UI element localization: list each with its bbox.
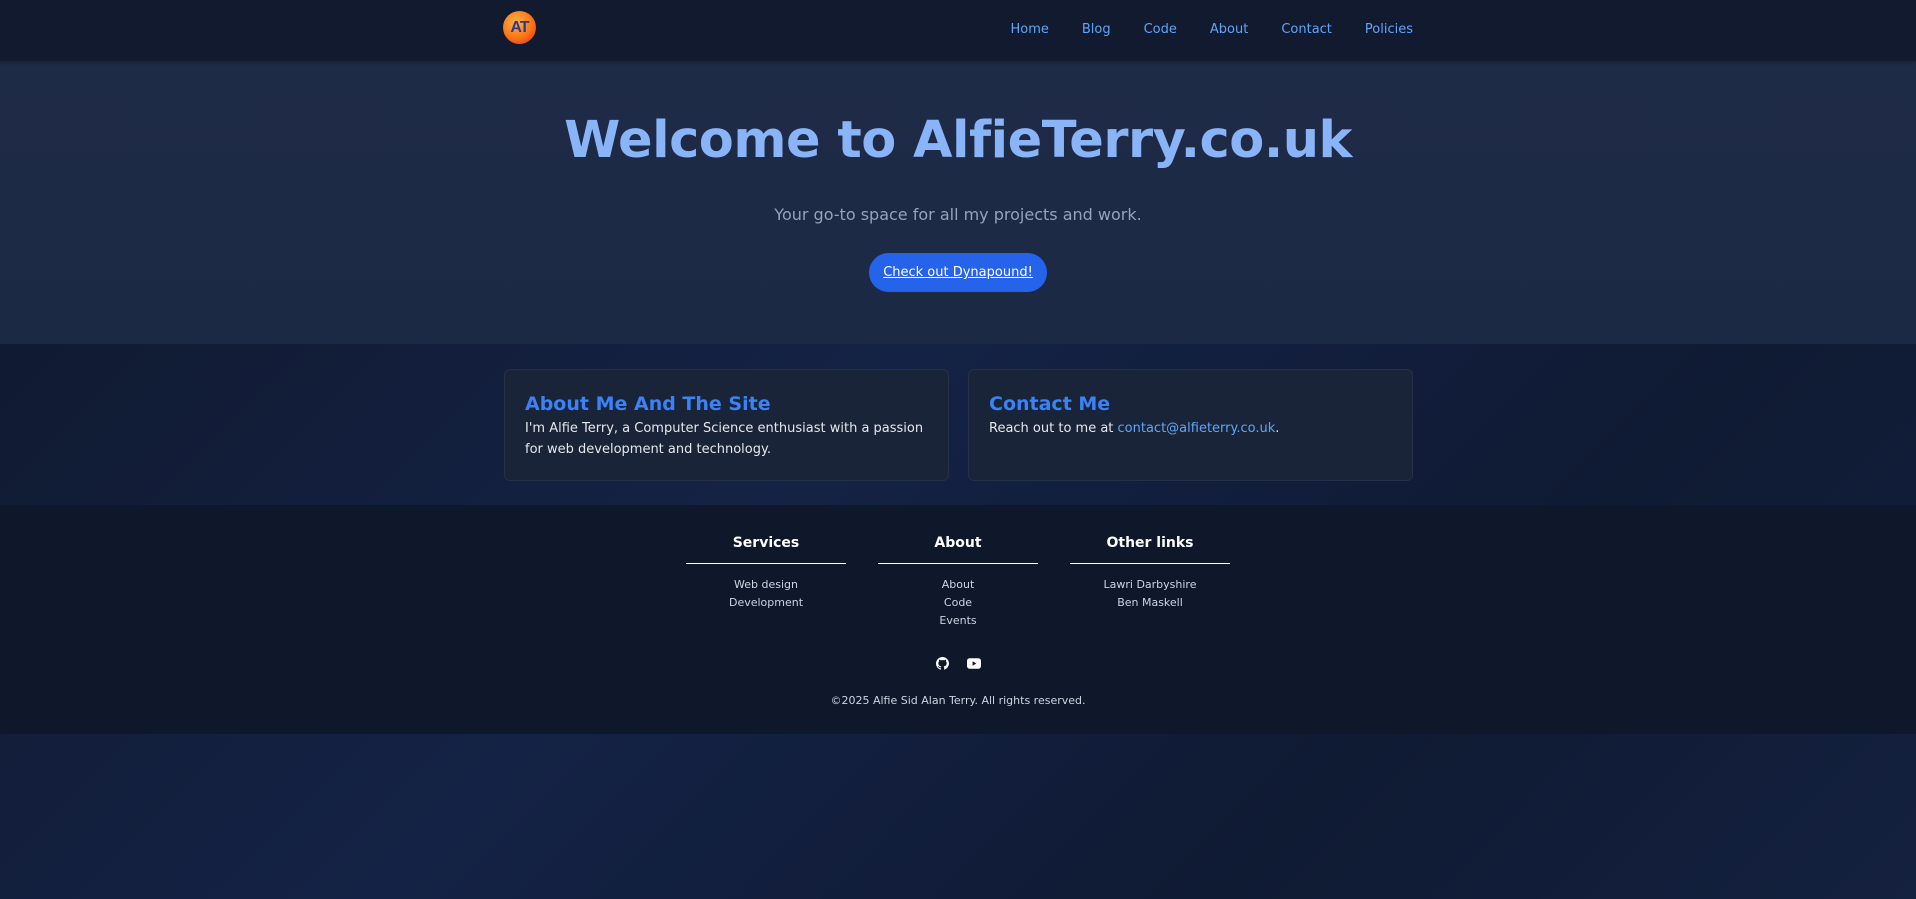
footer-column-title: Services [686, 535, 846, 564]
about-card-text: I'm Alfie Terry, a Computer Science enth… [525, 421, 924, 457]
nav-link-policies[interactable]: Policies [1365, 22, 1413, 37]
footer-link-ben-maskell[interactable]: Ben Maskell [1070, 594, 1230, 612]
hero-subtitle: Your go-to space for all my projects and… [774, 205, 1142, 224]
youtube-icon[interactable] [967, 656, 981, 670]
contact-text-suffix: . [1275, 421, 1280, 436]
footer-link-events[interactable]: Events [878, 612, 1038, 630]
nav-link-contact[interactable]: Contact [1281, 22, 1332, 37]
site-footer: Services Web design Development About Ab… [0, 505, 1916, 734]
footer-column-services: Services Web design Development [686, 535, 846, 612]
contact-text-prefix: Reach out to me at [989, 421, 1118, 436]
footer-column-title: About [878, 535, 1038, 564]
nav-link-home[interactable]: Home [1010, 22, 1048, 37]
dynapound-cta-button[interactable]: Check out Dynapound! [869, 253, 1047, 292]
logo-text: AT [510, 18, 529, 36]
contact-email-link[interactable]: contact@alfieterry.co.uk [1118, 421, 1276, 436]
footer-column-other-links: Other links Lawri Darbyshire Ben Maskell [1070, 535, 1230, 612]
nav-links: Home Blog Code About Contact Policies [977, 0, 1413, 59]
github-icon[interactable] [935, 656, 949, 670]
about-card-title: About Me And The Site [525, 393, 771, 415]
footer-link-about[interactable]: About [878, 576, 1038, 594]
contact-card: Contact Me Reach out to me at contact@al… [968, 369, 1413, 481]
contact-card-text: Reach out to me at contact@alfieterry.co… [989, 418, 1392, 439]
top-navbar: AT Home Blog Code About Contact Policies [0, 0, 1916, 61]
footer-link-lawri-darbyshire[interactable]: Lawri Darbyshire [1070, 576, 1230, 594]
footer-column-about: About About Code Events [878, 535, 1038, 630]
site-logo[interactable]: AT [503, 11, 536, 44]
hero-title: Welcome to AlfieTerry.co.uk [564, 111, 1352, 170]
copyright-text: ©2025 Alfie Sid Alan Terry. All rights r… [830, 694, 1086, 707]
social-links [0, 656, 1916, 670]
nav-link-code[interactable]: Code [1144, 22, 1177, 37]
footer-link-web-design[interactable]: Web design [686, 576, 846, 594]
nav-link-about[interactable]: About [1210, 22, 1248, 37]
hero-section: Welcome to AlfieTerry.co.uk Your go-to s… [0, 61, 1916, 344]
footer-link-development[interactable]: Development [686, 594, 846, 612]
about-card: About Me And The Site I'm Alfie Terry, a… [504, 369, 949, 481]
nav-link-blog[interactable]: Blog [1082, 22, 1111, 37]
contact-card-title: Contact Me [989, 393, 1111, 415]
footer-column-title: Other links [1070, 535, 1230, 564]
footer-link-code[interactable]: Code [878, 594, 1038, 612]
